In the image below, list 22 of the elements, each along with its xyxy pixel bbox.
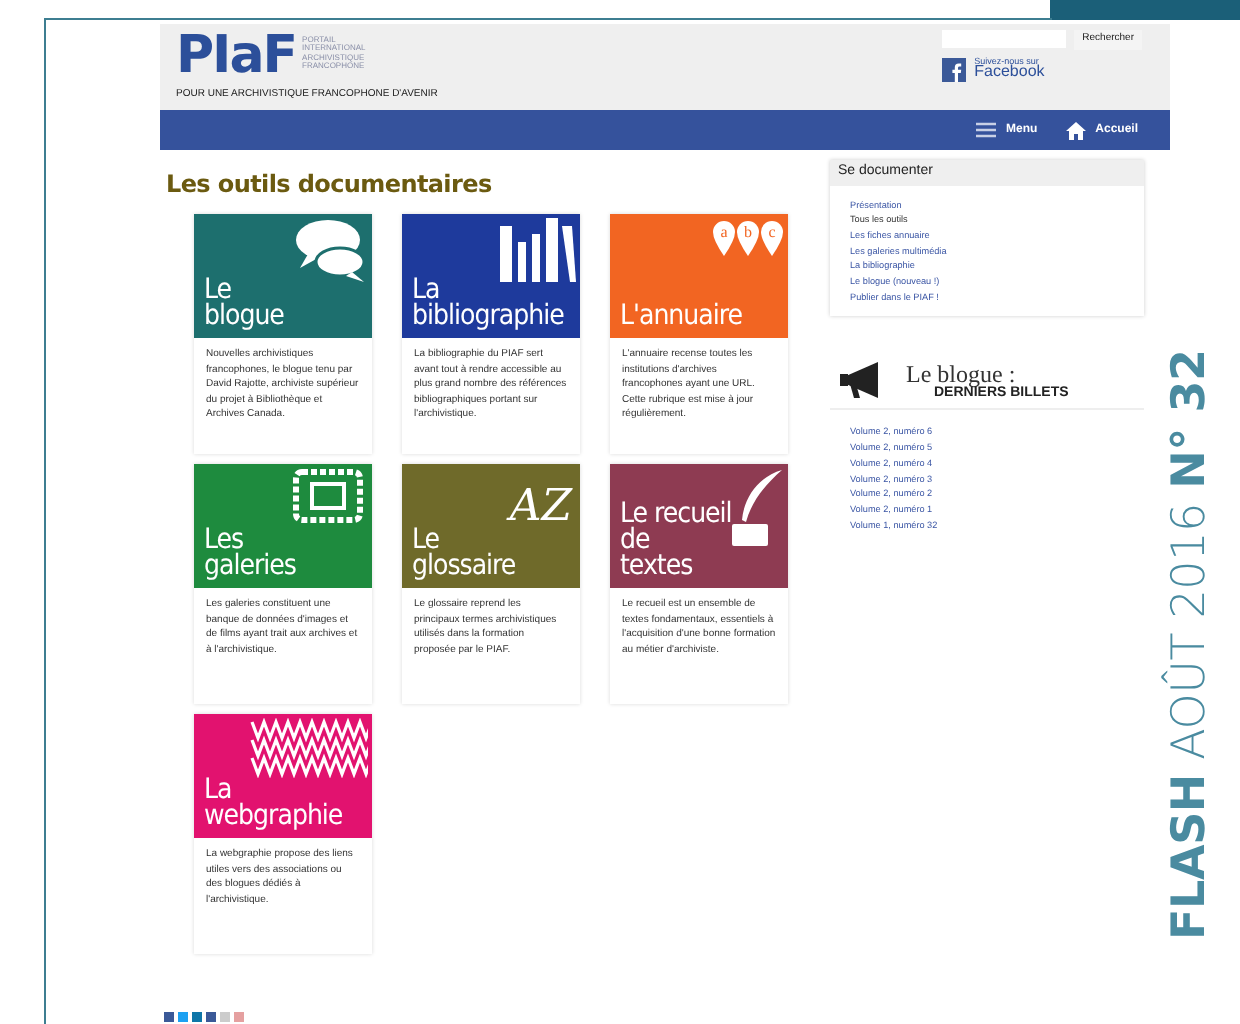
tool-tile[interactable]: Le blogue [194, 214, 372, 338]
script-letters-icon: AZ [488, 468, 576, 532]
tool-title: La webgraphie [204, 778, 343, 830]
tool-title: L'annuaire [620, 304, 742, 330]
tool-title: Le recueil de textes [620, 502, 732, 580]
blog-title: Le blogue : [906, 361, 1016, 386]
picture-frame-icon [288, 468, 368, 528]
page-title: Les outils documentaires [166, 170, 494, 198]
home-icon [1065, 121, 1086, 139]
tool-tile[interactable]: AZ Le glossaire [402, 464, 580, 588]
tool-title: La bibliographie [412, 278, 564, 330]
tool-title: Le glossaire [412, 528, 516, 580]
tool-tile[interactable]: Le recueil de textes [610, 464, 788, 588]
menu-icon [975, 122, 996, 138]
tool-title: Les galeries [204, 528, 296, 580]
tool-title: Le blogue [204, 278, 284, 330]
site-logo[interactable]: PIaF [176, 30, 297, 82]
tool-tile[interactable]: La webgraphie [194, 714, 372, 838]
tool-tile[interactable]: Les galeries [194, 464, 372, 588]
facebook-icon [942, 57, 967, 81]
tool-tile[interactable]: La bibliographie [402, 214, 580, 338]
book-spines-icon [496, 218, 576, 282]
